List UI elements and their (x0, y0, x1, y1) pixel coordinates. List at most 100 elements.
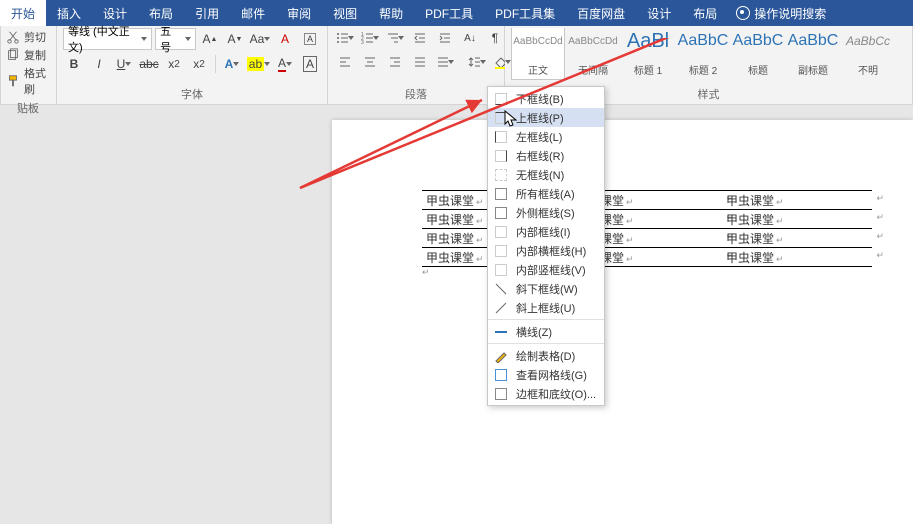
bullets-button[interactable] (334, 28, 356, 48)
multilevel-button[interactable] (384, 28, 406, 48)
paintbrush-icon (6, 74, 20, 88)
grow-font-button[interactable]: A▲ (199, 29, 221, 49)
tab-help[interactable]: 帮助 (368, 0, 414, 26)
align-justify-button[interactable] (409, 52, 431, 72)
align-distribute-button[interactable] (434, 52, 456, 72)
highlight-button[interactable]: ab (246, 54, 271, 74)
decrease-indent-button[interactable] (409, 28, 431, 48)
font-color-button[interactable]: A (274, 54, 296, 74)
style-nospacing[interactable]: AaBbCcDd无间隔 (566, 28, 620, 80)
table-cell[interactable]: 甲虫课堂↵↵ (722, 248, 872, 267)
dd-inside-h-border[interactable]: 内部横框线(H) (488, 241, 604, 260)
dd-borders-shading[interactable]: 边框和底纹(O)... (488, 384, 604, 403)
subscript-button[interactable]: x2 (163, 54, 185, 74)
tab-references[interactable]: 引用 (184, 0, 230, 26)
dropdown-separator (488, 319, 604, 320)
align-justify-icon (413, 55, 427, 69)
style-subtitle[interactable]: AaBbC副标题 (786, 28, 840, 80)
dd-bottom-border[interactable]: 下框线(B) (488, 89, 604, 108)
dd-left-border[interactable]: 左框线(L) (488, 127, 604, 146)
char-border-button[interactable]: A (299, 54, 321, 74)
ribbon: 剪切 复制 格式刷 贴板 等线 (中文正文) 五号 A▲ A▼ Aa A A (0, 26, 913, 105)
increase-indent-button[interactable] (434, 28, 456, 48)
styles-gallery[interactable]: AaBbCcDd正文 AaBbCcDd无间隔 AaBl标题 1 AaBbC标题 … (511, 28, 906, 80)
dd-diag-down-border[interactable]: 斜下框线(W) (488, 279, 604, 298)
phonetic-guide-button[interactable]: A (274, 29, 296, 49)
style-title[interactable]: AaBbC标题 (731, 28, 785, 80)
indent-icon (438, 31, 452, 45)
tell-me-label: 操作说明搜索 (754, 5, 826, 22)
cut-button[interactable]: 剪切 (6, 28, 50, 46)
dd-all-border[interactable]: 所有框线(A) (488, 184, 604, 203)
tab-mailings[interactable]: 邮件 (230, 0, 276, 26)
text-effect-button[interactable]: A (221, 54, 243, 74)
dd-inside-v-border[interactable]: 内部竖框线(V) (488, 260, 604, 279)
tab-table-layout[interactable]: 布局 (682, 0, 728, 26)
numbering-button[interactable]: 123 (359, 28, 381, 48)
align-center-button[interactable] (359, 52, 381, 72)
group-clipboard: 剪切 复制 格式刷 贴板 (0, 26, 57, 104)
table-cell[interactable]: 甲虫课堂↵↵ (722, 210, 872, 229)
dd-hline[interactable]: 横线(Z) (488, 322, 604, 341)
style-h1[interactable]: AaBl标题 1 (621, 28, 675, 80)
font-size-select[interactable]: 五号 (155, 28, 196, 50)
copy-label: 复制 (24, 47, 46, 63)
group-font: 等线 (中文正文) 五号 A▲ A▼ Aa A A B I U abc x2 x… (57, 26, 328, 104)
format-painter-button[interactable]: 格式刷 (6, 64, 50, 98)
dd-outside-border[interactable]: 外侧框线(S) (488, 203, 604, 222)
style-emphasis[interactable]: AaBbCc不明 (841, 28, 895, 80)
list-multilevel-icon (386, 31, 398, 45)
font-name-select[interactable]: 等线 (中文正文) (63, 28, 152, 50)
change-case-button[interactable]: Aa (249, 29, 271, 49)
border-left-icon (494, 130, 508, 144)
align-right-button[interactable] (384, 52, 406, 72)
chevron-down-icon (141, 37, 147, 41)
border-bottom-icon (494, 92, 508, 106)
shrink-font-button[interactable]: A▼ (224, 29, 246, 49)
tab-review[interactable]: 审阅 (276, 0, 322, 26)
dd-no-border[interactable]: 无框线(N) (488, 165, 604, 184)
sort-button[interactable]: A↓ (459, 28, 481, 48)
align-left-button[interactable] (334, 52, 356, 72)
tab-table-design[interactable]: 设计 (636, 0, 682, 26)
scissors-icon (6, 30, 20, 44)
group-label-paragraph: 段落 (334, 84, 498, 104)
style-h2[interactable]: AaBbC标题 2 (676, 28, 730, 80)
underline-button[interactable]: U (113, 54, 135, 74)
copy-icon (6, 48, 20, 62)
group-label-clipboard: 贴板 (6, 98, 50, 118)
dropdown-separator (488, 343, 604, 344)
bold-button[interactable]: B (63, 54, 85, 74)
tab-view[interactable]: 视图 (322, 0, 368, 26)
dd-draw-table[interactable]: 绘制表格(D) (488, 346, 604, 365)
tab-home[interactable]: 开始 (0, 0, 46, 26)
dd-diag-up-border[interactable]: 斜上框线(U) (488, 298, 604, 317)
dd-right-border[interactable]: 右框线(R) (488, 146, 604, 165)
outdent-icon (413, 31, 427, 45)
style-normal[interactable]: AaBbCcDd正文 (511, 28, 565, 80)
show-marks-button[interactable]: ¶ (484, 28, 506, 48)
line-spacing-button[interactable] (466, 52, 488, 72)
align-distribute-icon (436, 55, 448, 69)
strike-button[interactable]: abc (138, 54, 160, 74)
copy-button[interactable]: 复制 (6, 46, 50, 64)
bulb-icon (736, 6, 750, 20)
svg-text:3: 3 (361, 40, 364, 45)
bucket-icon (493, 55, 505, 69)
border-diag-down-icon (494, 282, 508, 296)
dd-view-gridlines[interactable]: 查看网格线(G) (488, 365, 604, 384)
border-inside-h-icon (494, 244, 508, 258)
tab-pdf-tools[interactable]: PDF工具 (414, 0, 484, 26)
document-page: 甲虫课堂↵↵ 甲虫课堂↵↵ 甲虫课堂↵↵ 甲虫课堂↵↵ 甲虫课堂↵↵ 甲虫课堂↵… (332, 120, 913, 524)
group-paragraph: 123 A↓ ¶ 段落 (328, 26, 505, 104)
table-cell[interactable]: 甲虫课堂↵↵ (722, 191, 872, 210)
clear-format-button[interactable]: A (299, 29, 321, 49)
dd-inside-border[interactable]: 内部框线(I) (488, 222, 604, 241)
superscript-button[interactable]: x2 (188, 54, 210, 74)
tab-baidu[interactable]: 百度网盘 (566, 0, 636, 26)
tell-me-search[interactable]: 操作说明搜索 (728, 0, 834, 26)
tab-pdf-toolset[interactable]: PDF工具集 (484, 0, 566, 26)
table-cell[interactable]: 甲虫课堂↵↵ (722, 229, 872, 248)
line-spacing-icon (468, 55, 480, 69)
italic-button[interactable]: I (88, 54, 110, 74)
